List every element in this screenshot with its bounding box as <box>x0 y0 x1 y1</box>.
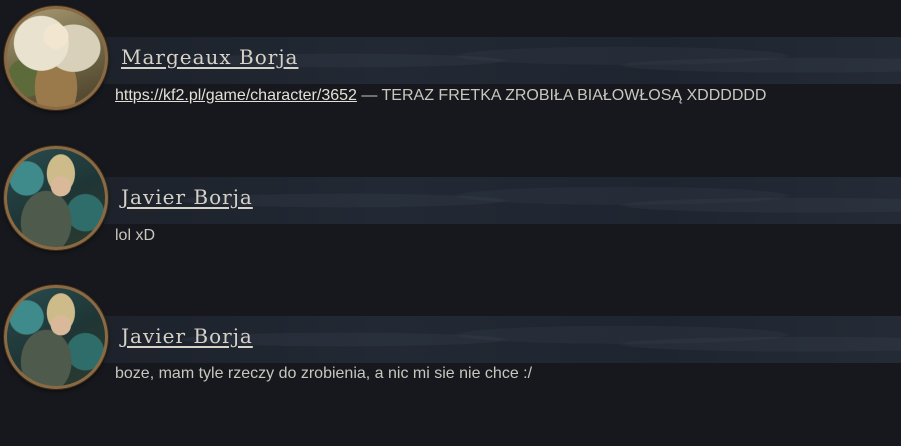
post: Javier Borja boze, mam tyle rzeczy do zr… <box>0 285 901 395</box>
post-message-text: lol xD <box>115 227 156 244</box>
author-name[interactable]: Javier Borja <box>121 185 253 209</box>
post-message-text: boze, mam tyle rzeczy do zrobienia, a ni… <box>115 365 533 382</box>
avatar[interactable] <box>4 146 108 250</box>
post: Margeaux Borja https://kf2.pl/game/chara… <box>0 6 901 116</box>
post-message: boze, mam tyle rzeczy do zrobienia, a ni… <box>115 365 532 383</box>
author-name[interactable]: Margeaux Borja <box>121 45 298 69</box>
post-message: lol xD <box>115 227 155 245</box>
post-message: https://kf2.pl/game/character/3652 — TER… <box>115 87 766 105</box>
author-name[interactable]: Javier Borja <box>121 324 253 348</box>
post-message-text: — TERAZ FRETKA ZROBIŁA BIAŁOWŁOSĄ XDDDDD… <box>356 87 767 104</box>
avatar[interactable] <box>4 6 108 110</box>
avatar[interactable] <box>4 285 108 389</box>
character-link[interactable]: https://kf2.pl/game/character/3652 <box>115 87 357 104</box>
message-feed: Margeaux Borja https://kf2.pl/game/chara… <box>0 0 901 446</box>
post: Javier Borja lol xD <box>0 146 901 256</box>
